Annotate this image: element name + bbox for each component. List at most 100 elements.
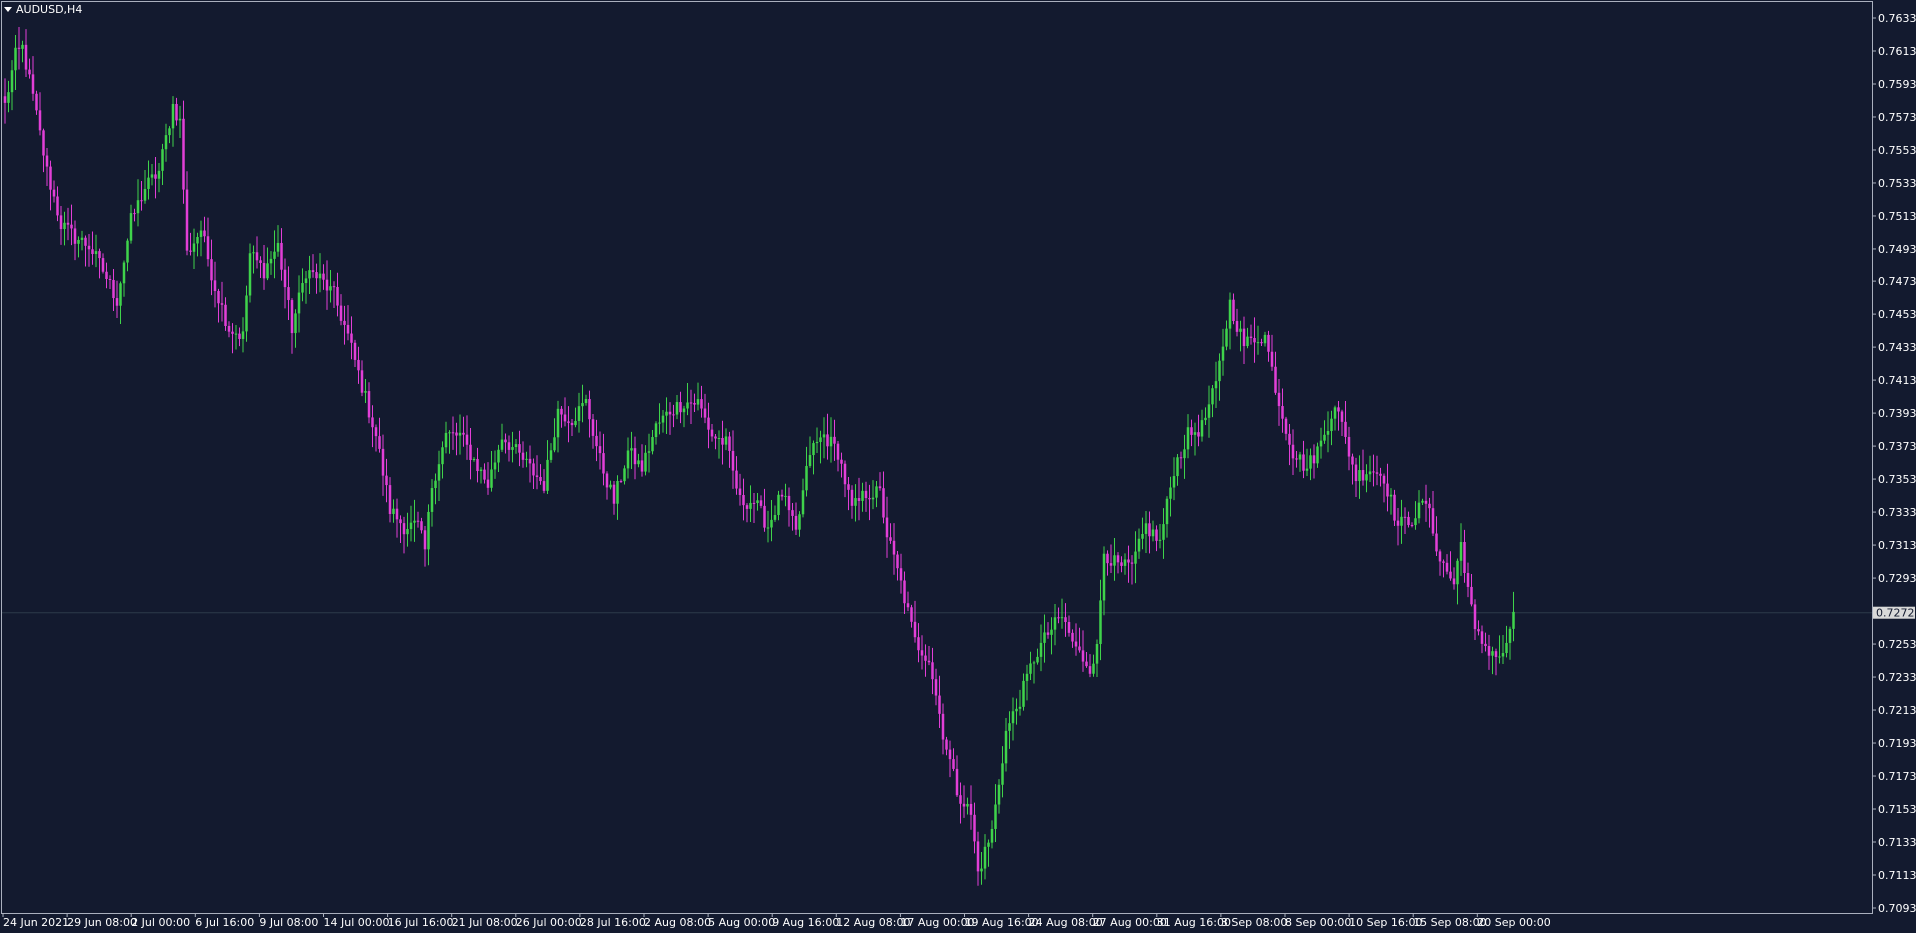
bear-candle (374, 427, 378, 437)
bear-candle (892, 540, 896, 555)
bull-candle (437, 464, 441, 481)
bear-candle (955, 768, 959, 796)
bear-candle (885, 517, 889, 538)
bull-candle (308, 270, 311, 279)
price-tick-label: 0.75530 (1878, 144, 1916, 157)
price-tick-label: 0.73335 (1878, 506, 1916, 519)
bear-candle (1267, 334, 1270, 352)
time-tick-label: 15 Sep 08:00 (1413, 916, 1486, 929)
bear-candle (1347, 436, 1351, 457)
bull-candle (1330, 418, 1333, 432)
bear-candle (70, 224, 73, 229)
bear-candle (283, 269, 287, 288)
bear-candle (203, 230, 206, 237)
bear-candle (455, 432, 458, 436)
bull-candle (430, 488, 434, 512)
bear-candle (878, 486, 882, 489)
candlestick-chart[interactable]: 0.76330 0.76130 0.75930 0.75730 0.75530 0.753… (0, 0, 1916, 933)
bear-candle (315, 272, 318, 279)
bull-candle (427, 511, 430, 550)
bull-candle (1141, 533, 1144, 539)
bull-candle (500, 439, 504, 450)
bull-candle (80, 237, 84, 240)
bull-candle (1225, 328, 1228, 347)
bear-candle (486, 479, 490, 488)
price-tick-label: 0.72935 (1878, 572, 1916, 585)
bear-candle (913, 621, 917, 638)
current-price-marker: 0.72725 (1873, 606, 1916, 620)
bear-candle (759, 500, 763, 506)
bear-candle (420, 521, 423, 531)
bear-candle (833, 436, 836, 444)
symbol-timeframe-text: AUDUSD,H4 (16, 3, 83, 16)
bear-candle (1249, 336, 1253, 339)
price-tick-label: 0.74335 (1878, 341, 1916, 354)
bull-candle (409, 522, 413, 530)
price-tick-label: 0.76130 (1878, 45, 1916, 58)
bear-candle (1435, 533, 1438, 552)
bull-candle (577, 406, 581, 421)
bull-candle (1323, 434, 1326, 441)
bear-candle (602, 453, 605, 474)
time-tick-label: 10 Sep 16:00 (1349, 916, 1422, 929)
price-axis[interactable]: 0.76330 0.76130 0.75930 0.75730 0.75530 0.753… (1872, 12, 1916, 915)
bear-candle (1127, 559, 1130, 563)
bull-candle (196, 236, 199, 244)
bear-candle (738, 488, 742, 495)
bear-candle (920, 650, 924, 656)
bear-candle (1064, 617, 1067, 623)
bull-candle (626, 450, 630, 469)
bull-candle (773, 515, 777, 520)
bear-candle (745, 505, 749, 509)
bear-candle (381, 448, 385, 476)
bull-candle (724, 436, 728, 445)
bull-candle (682, 408, 686, 413)
bear-candle (826, 434, 829, 447)
dropdown-triangle-icon[interactable] (4, 7, 12, 12)
bull-candle (441, 447, 444, 465)
bull-candle (1137, 538, 1141, 552)
bull-candle (1256, 342, 1260, 344)
bull-candle (1319, 440, 1323, 447)
bear-candle (42, 130, 45, 156)
bear-candle (535, 475, 539, 477)
bear-candle (1253, 338, 1256, 343)
bull-candle (994, 804, 997, 829)
bull-candle (472, 458, 476, 461)
symbol-timeframe-label[interactable]: AUDUSD,H4 (4, 3, 82, 16)
bear-candle (98, 251, 101, 259)
price-tick-label: 0.73735 (1878, 440, 1916, 453)
bear-candle (528, 458, 532, 464)
bear-candle (1428, 503, 1431, 509)
bull-candle (1162, 524, 1165, 540)
bear-candle (619, 481, 623, 483)
bull-candle (21, 44, 24, 49)
bear-candle (210, 259, 213, 281)
bull-candle (1151, 529, 1155, 537)
bear-candle (465, 434, 469, 445)
bull-candle (329, 286, 332, 291)
bull-candle (812, 443, 815, 456)
bull-candle (245, 295, 248, 332)
bull-candle (1239, 328, 1242, 332)
bull-candle (805, 465, 808, 491)
bear-candle (1281, 406, 1284, 419)
price-tick-label: 0.72335 (1878, 671, 1916, 684)
price-tick-label: 0.73935 (1878, 407, 1916, 420)
bear-candle (66, 222, 70, 225)
bull-candle (717, 437, 721, 439)
bull-candle (546, 459, 549, 491)
bull-candle (665, 411, 668, 416)
bull-candle (178, 118, 182, 121)
bear-candle (896, 554, 899, 569)
bull-candle (990, 828, 994, 843)
bull-candle (696, 399, 700, 405)
price-tick-label: 0.71735 (1878, 770, 1916, 783)
bull-candle (1498, 656, 1501, 658)
bear-candle (101, 258, 105, 272)
price-tick-label: 0.74135 (1878, 374, 1916, 387)
time-tick-label: 21 Jul 08:00 (452, 916, 518, 929)
time-axis[interactable]: 24 Jun 202129 Jun 08:002 Jul 00:00 6 Jul … (2, 913, 1551, 929)
bull-candle (1060, 617, 1064, 619)
price-tick-label: 0.71935 (1878, 737, 1916, 750)
